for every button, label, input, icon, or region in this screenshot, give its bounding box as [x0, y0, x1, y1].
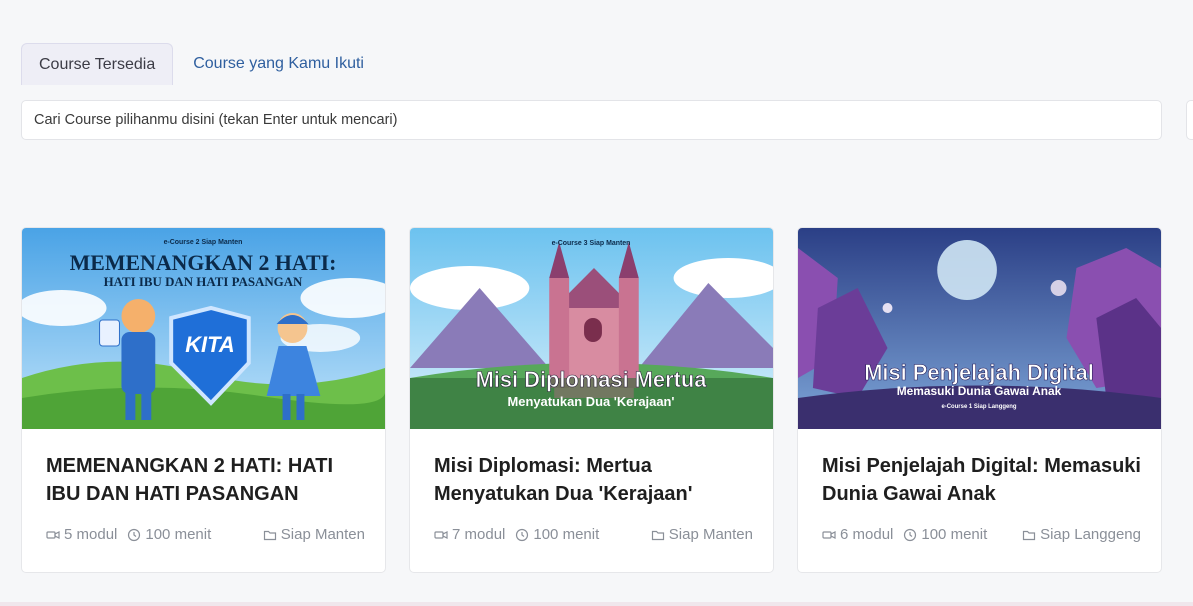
folder-icon [1022, 530, 1036, 540]
module-count-text: 7 modul [452, 526, 506, 543]
svg-text:e-Course 2 Siap Manten: e-Course 2 Siap Manten [164, 239, 243, 246]
course-duration: 100 menit [127, 526, 211, 543]
svg-text:e-Course 3 Siap Manten: e-Course 3 Siap Manten [552, 240, 631, 247]
course-card-memenangkan-2-hati[interactable]: KITA e-Course 2 Siap Manten MEMENANGKAN … [21, 227, 386, 573]
course-category: Siap Manten [263, 526, 365, 543]
tab-course-yang-kamu-ikuti[interactable]: Course yang Kamu Ikuti [175, 43, 382, 85]
svg-text:HATI IBU DAN HATI PASANGAN: HATI IBU DAN HATI PASANGAN [104, 274, 303, 289]
course-title[interactable]: Misi Diplomasi: Mertua Menyatukan Dua 'K… [434, 452, 754, 508]
clock-icon [904, 528, 917, 541]
search-side-control[interactable] [1186, 100, 1193, 140]
course-thumbnail: Misi Penjelajah Digital Memasuki Dunia G… [798, 228, 1161, 429]
course-meta: 6 modul 100 menit Siap Langgeng [822, 526, 1141, 543]
svg-text:e-Course 1 Siap Langgeng: e-Course 1 Siap Langgeng [941, 404, 1016, 410]
course-duration: 100 menit [515, 526, 599, 543]
module-count-text: 6 modul [840, 526, 894, 543]
course-search-input[interactable] [21, 100, 1162, 140]
course-category: Siap Manten [651, 526, 753, 543]
course-meta: 5 modul 100 menit Siap Manten [46, 526, 365, 543]
module-count: 6 modul [822, 526, 893, 543]
course-thumbnail: KITA e-Course 2 Siap Manten MEMENANGKAN … [22, 228, 385, 429]
course-tabs: Course Tersedia Course yang Kamu Ikuti [21, 43, 382, 85]
svg-text:Misi Diplomasi Mertua: Misi Diplomasi Mertua [476, 367, 708, 392]
course-2-illustration: e-Course 3 Siap Manten Misi Diplomasi Me… [410, 228, 773, 429]
svg-text:Misi Penjelajah Digital: Misi Penjelajah Digital [864, 360, 1094, 385]
clock-icon [128, 528, 141, 541]
course-category-text: Siap Manten [280, 526, 365, 543]
course-thumbnail: e-Course 3 Siap Manten Misi Diplomasi Me… [410, 228, 773, 429]
course-1-illustration: KITA e-Course 2 Siap Manten MEMENANGKAN … [22, 228, 385, 429]
folder-icon [651, 530, 664, 540]
module-count: 5 modul [46, 526, 117, 543]
page-bottom-divider [0, 602, 1193, 606]
module-count: 7 modul [434, 526, 505, 543]
course-duration: 100 menit [903, 526, 987, 543]
module-count-text: 5 modul [64, 526, 118, 543]
course-3-illustration: Misi Penjelajah Digital Memasuki Dunia G… [798, 228, 1161, 429]
course-category-text: Siap Manten [668, 526, 753, 543]
clock-icon [516, 528, 529, 541]
course-category: Siap Langgeng [1022, 526, 1141, 543]
course-duration-text: 100 menit [145, 526, 212, 543]
course-category-text: Siap Langgeng [1040, 526, 1141, 543]
video-camera-icon [822, 530, 836, 539]
course-meta: 7 modul 100 menit Siap Manten [434, 526, 753, 543]
course-duration-text: 100 menit [921, 526, 988, 543]
course-title[interactable]: Misi Penjelajah Digital: Memasuki Dunia … [822, 452, 1142, 508]
course-duration-text: 100 menit [533, 526, 600, 543]
folder-icon [263, 530, 276, 540]
svg-text:Memasuki Dunia Gawai Anak: Memasuki Dunia Gawai Anak [897, 384, 1062, 398]
video-camera-icon [46, 530, 60, 539]
video-camera-icon [434, 530, 448, 539]
course-card-misi-penjelajah-digital[interactable]: Misi Penjelajah Digital Memasuki Dunia G… [797, 227, 1162, 573]
svg-text:Menyatukan Dua 'Kerajaan': Menyatukan Dua 'Kerajaan' [508, 394, 675, 409]
svg-text:KITA: KITA [185, 332, 234, 357]
tab-course-tersedia[interactable]: Course Tersedia [21, 43, 174, 85]
svg-text:MEMENANGKAN 2 HATI:: MEMENANGKAN 2 HATI: [70, 250, 337, 275]
course-card-misi-diplomasi[interactable]: e-Course 3 Siap Manten Misi Diplomasi Me… [409, 227, 774, 573]
course-title[interactable]: MEMENANGKAN 2 HATI: HATI IBU DAN HATI PA… [46, 452, 366, 508]
